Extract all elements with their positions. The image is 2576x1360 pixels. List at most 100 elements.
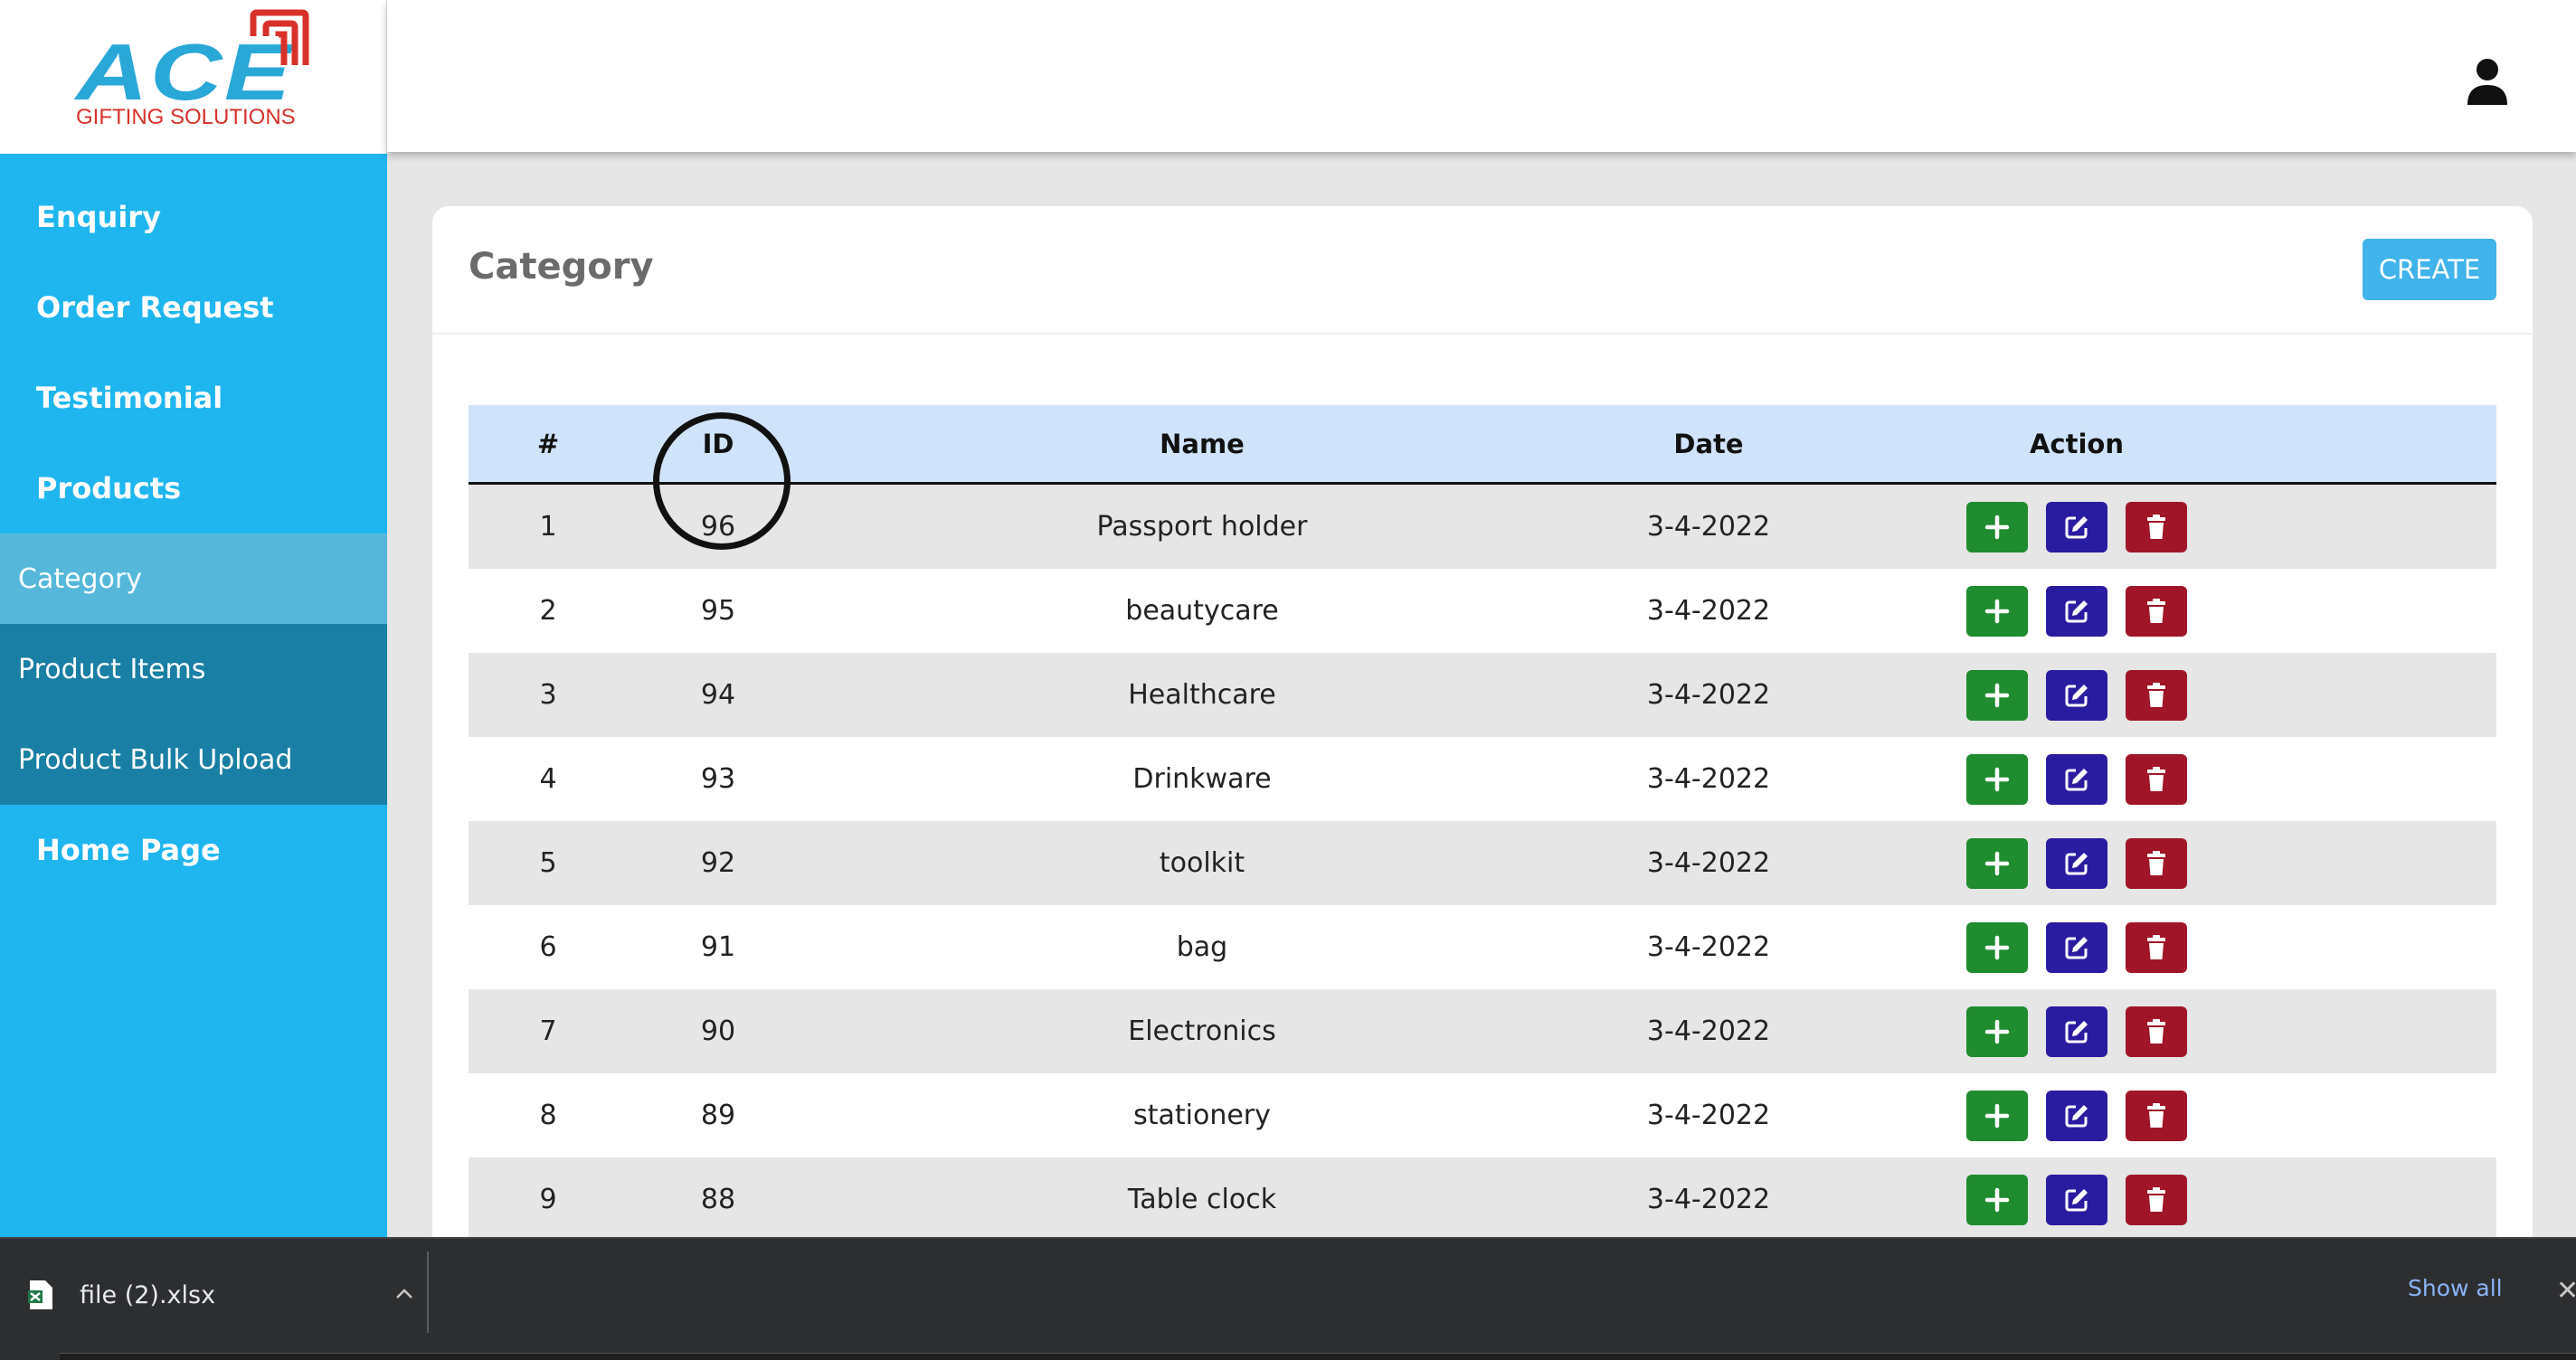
column-header-name[interactable]: Name: [809, 405, 1596, 482]
category-table: # ID Name Date Action 1 96 Passport holder…: [469, 405, 2496, 1242]
cell-id: 90: [700, 1015, 736, 1047]
cell-number: 5: [539, 847, 557, 879]
cell-name: Healthcare: [1128, 679, 1276, 711]
cell-actions: [1822, 821, 2332, 905]
cell-date: 3-4-2022: [1646, 511, 1771, 543]
add-button[interactable]: [1966, 585, 2028, 637]
cell-name: Table clock: [1127, 1184, 1277, 1215]
sidebar-item-testimonial[interactable]: Testimonial: [0, 353, 387, 443]
column-header-number[interactable]: #: [469, 405, 628, 482]
table-row: 3 94 Healthcare 3-4-2022: [469, 653, 2496, 737]
edit-icon: [2062, 681, 2091, 710]
add-button[interactable]: [1966, 1006, 2028, 1057]
table-row: 9 88 Table clock 3-4-2022: [469, 1157, 2496, 1242]
sidebar-item-label: Testimonial: [36, 381, 223, 415]
edit-icon: [2062, 1017, 2091, 1046]
sidebar-item-enquiry[interactable]: Enquiry: [0, 172, 387, 262]
sidebar-item-home-page[interactable]: Home Page: [0, 805, 387, 895]
edit-button[interactable]: [2046, 669, 2107, 721]
cell-id: 91: [700, 931, 736, 963]
add-button[interactable]: [1966, 1090, 2028, 1141]
plus-icon: [1983, 765, 2012, 794]
cell-number: 3: [539, 679, 557, 711]
create-button[interactable]: CREATE: [2363, 239, 2496, 300]
edit-icon: [2062, 1101, 2091, 1130]
edit-button[interactable]: [2046, 1006, 2107, 1057]
plus-icon: [1983, 849, 2012, 878]
cell-date: 3-4-2022: [1646, 1184, 1771, 1215]
cell-number: 7: [539, 1015, 557, 1047]
cell-id: 92: [700, 847, 736, 879]
table-row: 2 95 beautycare 3-4-2022: [469, 569, 2496, 653]
edit-icon: [2062, 597, 2091, 626]
add-button[interactable]: [1966, 669, 2028, 721]
table-body: 1 96 Passport holder 3-4-2022 2 95 beautycare 3…: [469, 485, 2496, 1242]
trash-icon: [2142, 513, 2171, 542]
edit-button[interactable]: [2046, 501, 2107, 552]
trash-icon: [2142, 1101, 2171, 1130]
sidebar-subitem-category[interactable]: Category: [0, 534, 387, 624]
delete-button[interactable]: [2126, 585, 2187, 637]
sidebar-subitem-product-items[interactable]: Product Items: [0, 624, 387, 714]
sidebar-item-products[interactable]: Products: [0, 443, 387, 534]
delete-button[interactable]: [2126, 501, 2187, 552]
top-header: [387, 0, 2576, 152]
add-button[interactable]: [1966, 921, 2028, 973]
category-card: Category CREATE # ID Name Date Action 1 9…: [432, 206, 2533, 1291]
plus-icon: [1983, 1101, 2012, 1130]
cell-actions: [1822, 1073, 2332, 1157]
edit-button[interactable]: [2046, 921, 2107, 973]
cell-date: 3-4-2022: [1646, 1100, 1771, 1131]
sidebar-item-order-request[interactable]: Order Request: [0, 262, 387, 353]
delete-button[interactable]: [2126, 1174, 2187, 1225]
delete-button[interactable]: [2126, 1090, 2187, 1141]
download-item[interactable]: file (2).xlsx: [27, 1259, 416, 1331]
column-header-date[interactable]: Date: [1596, 405, 1822, 482]
cell-id: 96: [700, 511, 736, 543]
show-all-link[interactable]: Show all: [2408, 1275, 2503, 1301]
edit-button[interactable]: [2046, 585, 2107, 637]
edit-button[interactable]: [2046, 1090, 2107, 1141]
cell-actions: [1822, 1157, 2332, 1242]
cell-name: toolkit: [1159, 847, 1245, 879]
cell-name: Electronics: [1128, 1015, 1276, 1047]
plus-icon: [1983, 933, 2012, 962]
cell-number: 1: [539, 511, 557, 543]
cell-name: Passport holder: [1096, 511, 1308, 543]
cell-actions: [1822, 653, 2332, 737]
table-row: 7 90 Electronics 3-4-2022: [469, 989, 2496, 1073]
plus-icon: [1983, 597, 2012, 626]
cell-name: Drinkware: [1132, 763, 1272, 795]
delete-button[interactable]: [2126, 753, 2187, 805]
delete-button[interactable]: [2126, 1006, 2187, 1057]
sidebar-subitem-product-bulk-upload[interactable]: Product Bulk Upload: [0, 714, 387, 805]
close-icon[interactable]: ✕: [2556, 1275, 2576, 1307]
add-button[interactable]: [1966, 837, 2028, 889]
cell-name: beautycare: [1125, 595, 1279, 627]
add-button[interactable]: [1966, 753, 2028, 805]
add-button[interactable]: [1966, 501, 2028, 552]
edit-icon: [2062, 1185, 2091, 1214]
sidebar: ACE GIFTING SOLUTIONS Enquiry Order Requ…: [0, 0, 387, 1237]
table-row: 8 89 stationery 3-4-2022: [469, 1073, 2496, 1157]
sidebar-subitem-label: Category: [18, 562, 143, 595]
delete-button[interactable]: [2126, 669, 2187, 721]
edit-button[interactable]: [2046, 837, 2107, 889]
edit-button[interactable]: [2046, 1174, 2107, 1225]
logo[interactable]: ACE GIFTING SOLUTIONS: [0, 0, 387, 154]
sidebar-item-label: Enquiry: [36, 200, 161, 234]
trash-icon: [2142, 681, 2171, 710]
edit-button[interactable]: [2046, 753, 2107, 805]
chevron-up-icon[interactable]: [393, 1282, 416, 1306]
cell-id: 88: [700, 1184, 736, 1215]
sidebar-subitem-label: Product Bulk Upload: [18, 743, 293, 776]
cell-id: 93: [700, 763, 736, 795]
column-header-id[interactable]: ID: [628, 405, 809, 482]
cell-number: 8: [539, 1100, 557, 1131]
trash-icon: [2142, 765, 2171, 794]
add-button[interactable]: [1966, 1174, 2028, 1225]
delete-button[interactable]: [2126, 921, 2187, 973]
delete-button[interactable]: [2126, 837, 2187, 889]
user-icon[interactable]: [2467, 58, 2507, 105]
trash-icon: [2142, 1017, 2171, 1046]
